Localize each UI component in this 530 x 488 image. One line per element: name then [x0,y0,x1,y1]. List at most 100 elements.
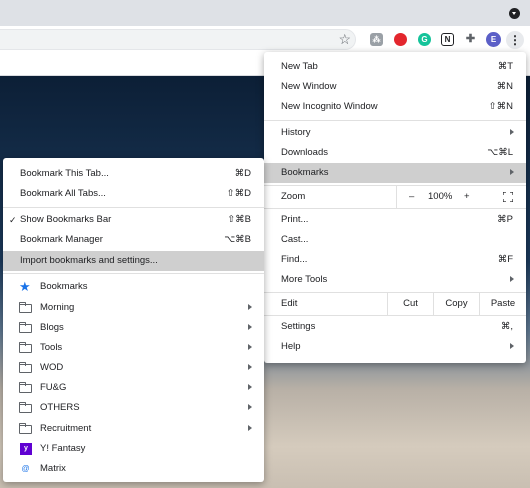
notion-icon[interactable]: N [441,33,454,46]
menu-separator [264,208,526,209]
bookmark-folder-tools[interactable]: Tools [3,338,264,358]
extension-gray-icon[interactable]: ⁂ [370,33,383,46]
bookmark-folder-morning[interactable]: Morning [3,298,264,318]
bookmark-folder-others[interactable]: OTHERS [3,398,264,418]
folder-icon [19,402,32,413]
submenu-item-bookmark-manager[interactable]: Bookmark Manager ⌥⌘B [3,230,264,250]
zoom-level: 100% [428,191,453,202]
bookmark-folder-recruitment[interactable]: Recruitment [3,419,264,439]
submenu-arrow-icon [510,276,514,282]
menu-separator [264,120,526,121]
menu-label: History [281,127,311,138]
menu-label: Recruitment [40,423,92,434]
menu-item-edit: Edit Cut Copy Paste [264,293,526,315]
menu-item-history[interactable]: History [264,123,526,143]
yahoo-icon: y [20,443,32,455]
menu-label: Morning [40,302,75,313]
bookmark-folder-fu-g[interactable]: FU&G [3,378,264,398]
copy-button[interactable]: Copy [433,293,479,315]
menu-label: Bookmarks [281,167,329,178]
submenu-item-bookmark-this-tab[interactable]: Bookmark This Tab... ⌘D [3,164,264,184]
menu-item-new-window[interactable]: New Window ⌘N [264,77,526,97]
submenu-item-show-bookmarks-bar[interactable]: ✓ Show Bookmarks Bar ⇧⌘B [3,210,264,230]
menu-shortcut: ⇧⌘D [226,188,251,199]
folder-icon [19,423,32,434]
submenu-arrow-icon [248,404,252,410]
bookmark-link-matrix[interactable]: @ Matrix [3,459,264,479]
puzzle-icon[interactable]: ✚ [464,33,477,46]
menu-label: Edit [281,298,298,309]
menu-label: Tools [40,342,63,353]
menu-label: Help [281,341,301,352]
menu-shortcut: ⌥⌘L [487,147,513,158]
submenu-arrow-icon [248,304,252,310]
menu-item-new-incognito-window[interactable]: New Incognito Window ⇧⌘N [264,97,526,117]
submenu-item-bookmark-all-tabs[interactable]: Bookmark All Tabs... ⇧⌘D [3,184,264,204]
menu-shortcut: ⌘N [496,81,513,92]
menu-shortcut: ⌘D [234,168,251,179]
menu-shortcut: ⇧⌘N [488,101,513,112]
folder-icon [19,362,32,373]
menu-label: Bookmark Manager [20,234,103,245]
bookmark-folder-wod[interactable]: WOD [3,358,264,378]
submenu-arrow-icon [248,384,252,390]
menu-item-find[interactable]: Find... ⌘F [264,250,526,270]
menu-item-help[interactable]: Help [264,337,526,357]
fullscreen-icon[interactable] [503,192,513,202]
menu-shortcut: ⇧⌘B [227,214,251,225]
folder-icon [19,302,32,313]
profile-avatar[interactable]: E [486,32,501,47]
submenu-arrow-icon [248,324,252,330]
bookmark-star-icon[interactable]: ☆ [338,30,351,49]
extension-red-icon[interactable] [394,33,407,46]
menu-label: Bookmark This Tab... [20,168,109,179]
menu-item-bookmarks[interactable]: Bookmarks [264,163,526,183]
submenu-arrow-icon [510,343,514,349]
paste-button[interactable]: Paste [479,293,526,315]
menu-label: More Tools [281,274,328,285]
address-bar[interactable]: ☆ [0,29,356,50]
bookmarks-submenu: Bookmark This Tab... ⌘D Bookmark All Tab… [3,158,264,482]
menu-shortcut: ⌘, [500,321,513,332]
bookmark-folder-blogs[interactable]: Blogs [3,318,264,338]
menu-item-new-tab[interactable]: New Tab ⌘T [264,57,526,77]
menu-item-print[interactable]: Print... ⌘P [264,210,526,230]
menu-shortcut: ⌘P [497,214,513,225]
bookmark-link-y-fantasy[interactable]: y Y! Fantasy [3,439,264,459]
menu-label: FU&G [40,382,67,393]
menu-label: New Window [281,81,337,92]
menu-label: Zoom [281,191,306,202]
cut-button[interactable]: Cut [387,293,433,315]
submenu-item-bookmarks[interactable]: ★ Bookmarks [3,277,264,297]
zoom-out-button[interactable]: – [409,191,414,203]
menu-item-downloads[interactable]: Downloads ⌥⌘L [264,143,526,163]
menu-item-more-tools[interactable]: More Tools [264,270,526,290]
tab-strip [0,0,530,26]
submenu-arrow-icon [248,364,252,370]
menu-separator [264,315,526,316]
zoom-in-button[interactable]: + [464,191,470,203]
menu-label: Bookmark All Tabs... [20,188,106,199]
chrome-main-menu: New Tab ⌘T New Window ⌘N New Incognito W… [264,52,526,363]
tab-search-dropdown-icon[interactable] [509,8,520,19]
menu-shortcut: ⌥⌘B [224,234,251,245]
menu-item-cast[interactable]: Cast... [264,230,526,250]
menu-label: WOD [40,362,64,373]
more-menu-icon[interactable]: ⋮ [506,31,524,49]
zoom-controls: – 100% + [396,186,526,208]
submenu-item-import-bookmarks[interactable]: Import bookmarks and settings... [3,251,264,271]
menu-label: Downloads [281,147,328,158]
menu-label: Show Bookmarks Bar [20,214,112,225]
menu-separator [3,273,264,274]
folder-icon [19,342,32,353]
menu-item-zoom: Zoom – 100% + [264,186,526,208]
menu-label: Y! Fantasy [40,443,86,454]
menu-separator [3,207,264,208]
menu-label: Blogs [40,322,64,333]
menu-label: Settings [281,321,316,332]
grammarly-icon[interactable]: G [418,33,431,46]
menu-item-settings[interactable]: Settings ⌘, [264,317,526,337]
menu-label: Import bookmarks and settings... [20,255,158,266]
folder-icon [19,382,32,393]
menu-shortcut: ⌘T [497,61,513,72]
